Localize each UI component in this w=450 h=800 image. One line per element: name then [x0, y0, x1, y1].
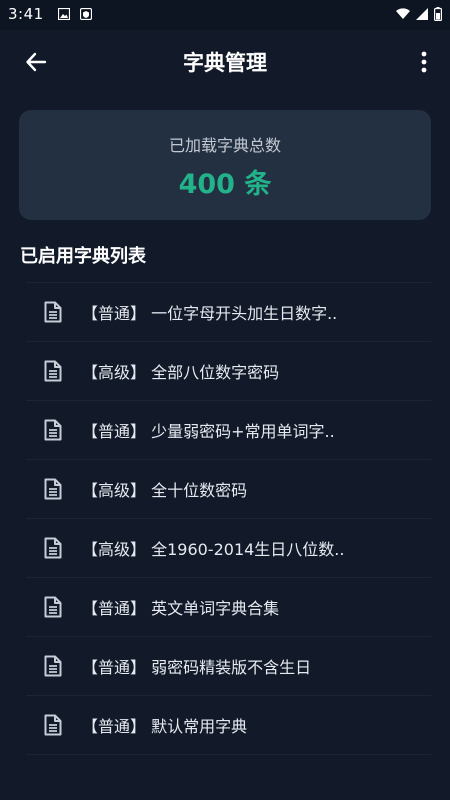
page-title: 字典管理: [183, 51, 267, 75]
summary-count: 400 条: [178, 169, 272, 200]
list-item[interactable]: 【高级】 全1960-2014生日八位数..: [26, 519, 431, 578]
list-item[interactable]: 【普通】 一位字母开头加生日数字..: [26, 282, 431, 342]
dictionary-name: 【普通】 默认常用字典: [82, 717, 248, 736]
image-icon: [58, 8, 70, 20]
summary-label: 已加载字典总数: [168, 136, 281, 155]
more-vertical-icon: [421, 51, 427, 73]
document-icon: [38, 356, 68, 386]
status-notification-icons: [58, 8, 92, 20]
dictionary-name: 【普通】 少量弱密码+常用单词字..: [82, 422, 335, 441]
app-bar: 字典管理: [0, 30, 450, 92]
section-title: 已启用字典列表: [20, 246, 146, 267]
list-item[interactable]: 【普通】 英文单词字典合集: [26, 578, 431, 637]
dictionary-name: 【高级】 全部八位数字密码: [82, 363, 280, 382]
document-icon: [38, 710, 68, 740]
list-item[interactable]: 【普通】 默认常用字典: [26, 696, 431, 755]
document-icon: [38, 592, 68, 622]
dictionary-name: 【普通】 一位字母开头加生日数字..: [82, 304, 338, 323]
dictionary-name: 【高级】 全十位数密码: [82, 481, 248, 500]
battery-icon: [434, 7, 442, 21]
dictionary-name: 【普通】 弱密码精装版不含生日: [82, 658, 312, 677]
shield-icon: [80, 8, 92, 20]
status-bar: 3:41: [0, 0, 450, 30]
document-icon: [38, 297, 68, 327]
document-icon: [38, 415, 68, 445]
dictionary-name: 【普通】 英文单词字典合集: [82, 599, 280, 618]
list-item[interactable]: 【普通】 弱密码精装版不含生日: [26, 637, 431, 696]
signal-icon: [416, 8, 428, 20]
list-item[interactable]: 【普通】 少量弱密码+常用单词字..: [26, 401, 431, 460]
wifi-icon: [396, 8, 410, 19]
list-item[interactable]: 【高级】 全部八位数字密码: [26, 342, 431, 401]
more-options-button[interactable]: [412, 44, 436, 80]
list-item[interactable]: 【高级】 全十位数密码: [26, 460, 431, 519]
document-icon: [38, 474, 68, 504]
dictionary-name: 【高级】 全1960-2014生日八位数..: [82, 540, 345, 559]
dictionary-summary-card: 已加载字典总数 400 条: [19, 110, 431, 220]
dictionary-list: 【普通】 一位字母开头加生日数字.. 【高级】 全部八位数字密码 【普通】 少量…: [26, 282, 431, 755]
document-icon: [38, 651, 68, 681]
document-icon: [38, 533, 68, 563]
status-system-icons: [396, 7, 442, 21]
status-time: 3:41: [8, 5, 44, 23]
